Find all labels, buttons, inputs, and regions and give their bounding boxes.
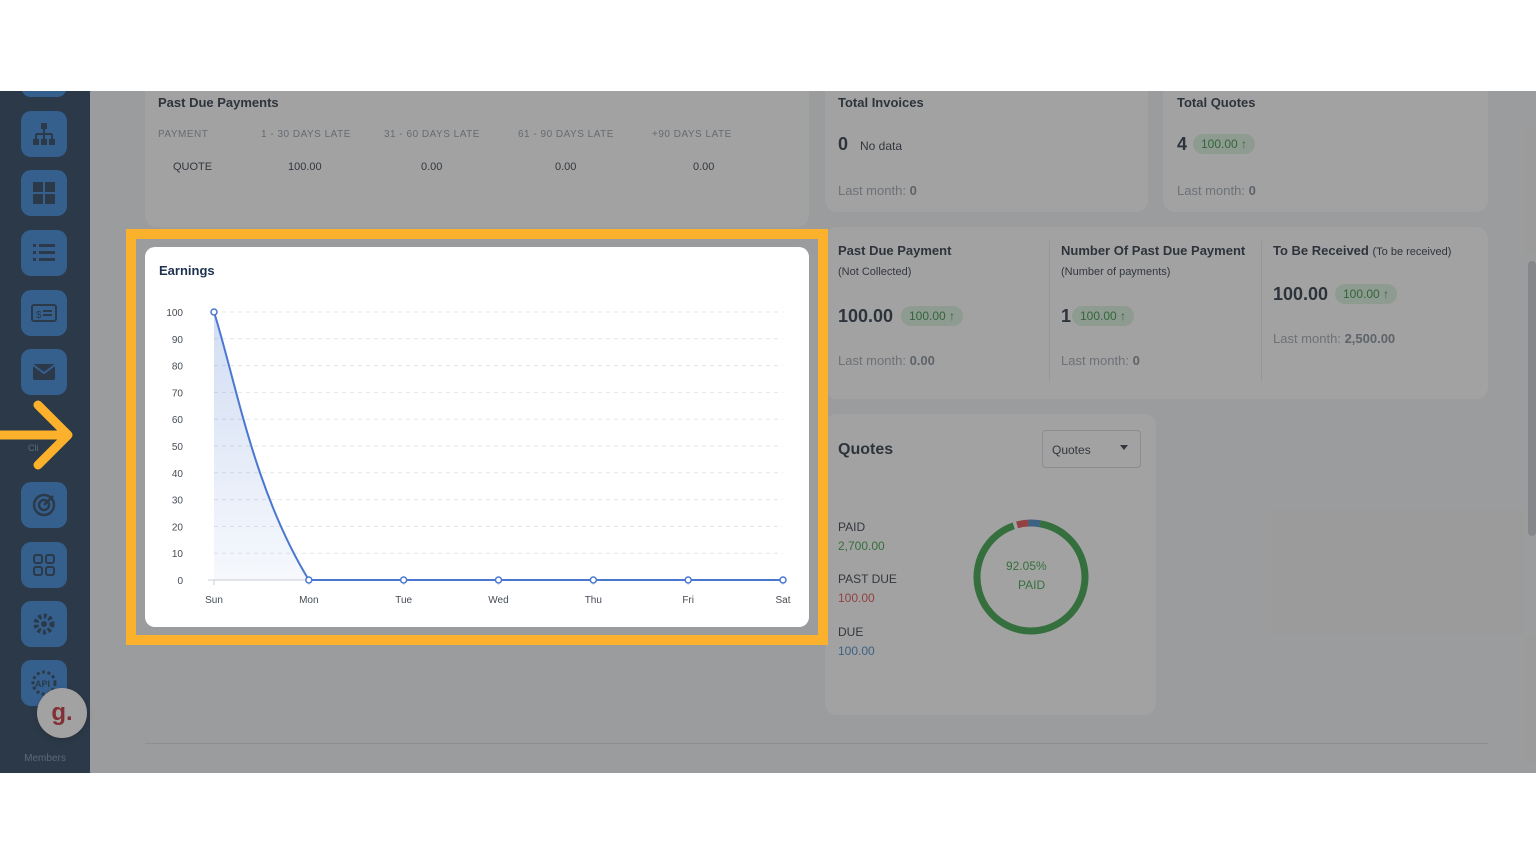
chevron-down-icon bbox=[1120, 445, 1128, 450]
svg-text:$: $ bbox=[36, 310, 42, 321]
total-invoices-last-month: Last month: 0 bbox=[838, 183, 917, 198]
past-due-payments-title: Past Due Payments bbox=[158, 95, 279, 110]
sidebar-item-sitemap[interactable] bbox=[21, 111, 67, 157]
total-invoices-title: Total Invoices bbox=[838, 95, 924, 110]
past-due-label: PAST DUE bbox=[838, 572, 897, 586]
number-past-due-subtitle: (Number of payments) bbox=[1061, 266, 1171, 278]
mail-icon bbox=[32, 364, 56, 380]
avatar[interactable]: g. bbox=[37, 688, 87, 738]
sidebar-top-button[interactable] bbox=[21, 91, 67, 97]
total-invoices-value: 0 bbox=[838, 134, 849, 154]
donut-label: PAID bbox=[1018, 578, 1046, 592]
col-header: 31 - 60 DAYS LATE bbox=[384, 129, 480, 140]
arrow-pointer-icon bbox=[0, 400, 73, 470]
sidebar-item-apps[interactable] bbox=[21, 542, 67, 588]
sitemap-icon bbox=[33, 123, 55, 145]
donut-segment-past-due bbox=[973, 519, 1089, 635]
col-header: 61 - 90 DAYS LATE bbox=[518, 129, 614, 140]
due-value: 100.00 bbox=[838, 644, 875, 658]
number-past-due-value: 1 bbox=[1061, 306, 1072, 326]
sidebar-item-list[interactable] bbox=[21, 230, 67, 276]
past-due-value: 100.00 bbox=[838, 591, 875, 605]
col-header: 1 - 30 DAYS LATE bbox=[261, 129, 351, 140]
paid-value: 2,700.00 bbox=[838, 539, 885, 553]
col-header: PAYMENT bbox=[158, 129, 209, 140]
number-past-due-badge: 100.00 ↑ bbox=[1072, 306, 1135, 326]
table-cell: QUOTE bbox=[173, 161, 213, 173]
api-icon-label: API bbox=[35, 679, 50, 689]
table-cell: 0.00 bbox=[693, 161, 715, 173]
table-cell: 0.00 bbox=[421, 161, 443, 173]
past-due-payment-badge: 100.00 ↑ bbox=[901, 306, 964, 326]
past-due-payment-last-month: Last month: 0.00 bbox=[838, 353, 935, 368]
number-past-due-title: Number Of Past Due Payment bbox=[1061, 243, 1246, 258]
sidebar-item-dashboard[interactable] bbox=[21, 170, 67, 216]
dashboard-icon bbox=[33, 182, 55, 204]
to-be-received-title: To Be Received (To be received) bbox=[1273, 243, 1452, 258]
table-cell: 100.00 bbox=[288, 161, 322, 173]
past-due-payment-title: Past Due Payment bbox=[838, 243, 952, 258]
donut-segment-paid bbox=[973, 519, 1089, 635]
sidebar-item-target[interactable] bbox=[21, 482, 67, 528]
invoice-icon: $ bbox=[31, 304, 57, 322]
divider bbox=[1049, 241, 1050, 381]
total-invoices-note: No data bbox=[860, 139, 903, 153]
quotes-select[interactable]: Quotes bbox=[1042, 430, 1141, 468]
divider bbox=[1261, 241, 1262, 381]
paid-label: PAID bbox=[838, 520, 866, 534]
sidebar-members-label[interactable]: Members bbox=[0, 753, 90, 764]
total-invoices-card: Total Invoices 0 No data Last month: 0 bbox=[825, 91, 1148, 212]
past-due-payment-value: 100.00 bbox=[838, 306, 894, 326]
gear-icon bbox=[33, 613, 55, 635]
total-quotes-badge: 100.00 ↑ bbox=[1193, 134, 1256, 154]
past-due-payments-card: Past Due Payments PAYMENT 1 - 30 DAYS LA… bbox=[145, 91, 809, 227]
table-cell: 0.00 bbox=[555, 161, 577, 173]
col-header: +90 DAYS LATE bbox=[652, 129, 732, 140]
to-be-received-badge: 100.00 ↑ bbox=[1335, 284, 1398, 304]
apps-icon bbox=[33, 554, 55, 576]
quotes-title: Quotes bbox=[838, 441, 894, 458]
scrollbar-thumb[interactable] bbox=[1528, 261, 1536, 536]
to-be-received-value: 100.00 bbox=[1273, 284, 1329, 304]
highlight-frame bbox=[126, 229, 828, 645]
list-icon bbox=[33, 244, 55, 261]
payment-stats-card: Past Due Payment (Not Collected) 100.00 … bbox=[825, 227, 1488, 399]
donut-segment-due bbox=[973, 519, 1089, 635]
donut-percent: 92.05% bbox=[1006, 559, 1047, 573]
to-be-received-last-month: Last month: 2,500.00 bbox=[1273, 331, 1396, 346]
total-quotes-value: 4 bbox=[1177, 134, 1188, 154]
quotes-card: Quotes Quotes PAID 2,700.00 PAST DUE 100… bbox=[825, 414, 1156, 715]
total-quotes-card: Total Quotes 4 100.00 ↑ Last month: 0 bbox=[1163, 91, 1488, 212]
due-label: DUE bbox=[838, 625, 864, 639]
past-due-payment-subtitle: (Not Collected) bbox=[838, 266, 912, 278]
target-icon bbox=[32, 493, 56, 517]
sidebar-item-invoice[interactable]: $ bbox=[21, 290, 67, 336]
sidebar-item-settings[interactable] bbox=[21, 601, 67, 647]
quotes-donut-chart bbox=[973, 519, 1089, 635]
sidebar-item-mail[interactable] bbox=[21, 349, 67, 395]
total-quotes-last-month: Last month: 0 bbox=[1177, 183, 1256, 198]
quotes-select-value: Quotes bbox=[1052, 443, 1091, 457]
footer-divider bbox=[145, 743, 1488, 744]
number-past-due-last-month: Last month: 0 bbox=[1061, 353, 1140, 368]
total-quotes-title: Total Quotes bbox=[1177, 95, 1256, 110]
